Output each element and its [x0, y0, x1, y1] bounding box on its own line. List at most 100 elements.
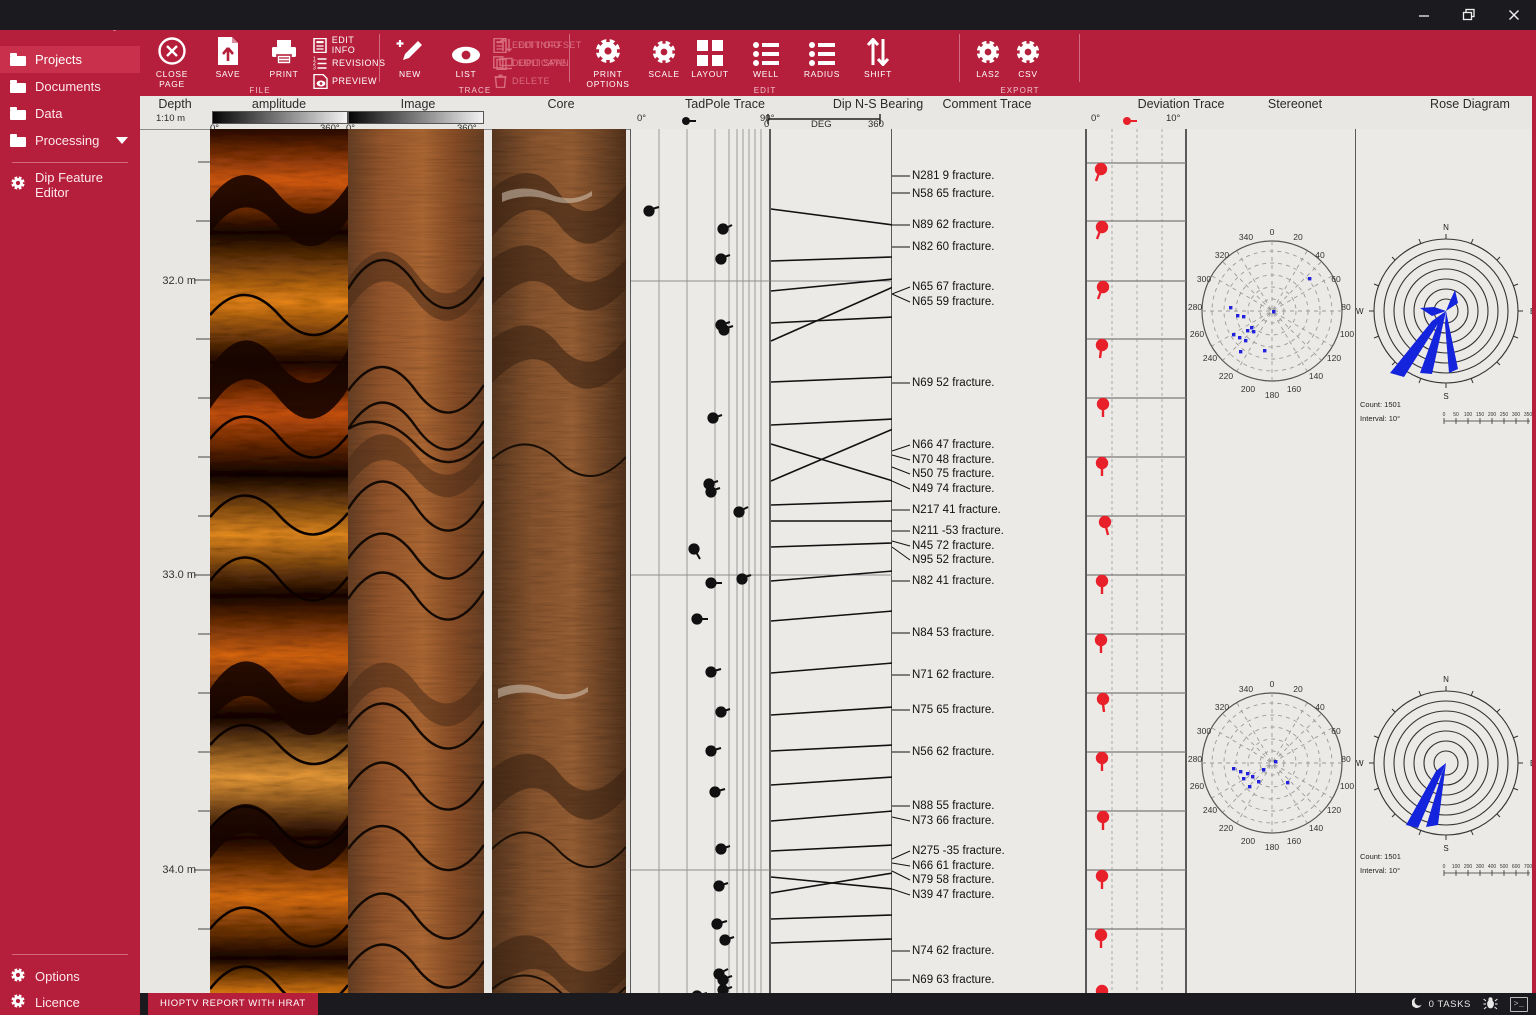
- comment-label[interactable]: N71 62 fracture.: [912, 669, 994, 681]
- radius-label: RADIUS: [794, 69, 850, 79]
- comment-label[interactable]: N66 61 fracture.: [912, 860, 994, 872]
- sidebar-item-processing[interactable]: Processing: [0, 127, 140, 154]
- core-angle-label: 0°: [637, 113, 646, 124]
- track-header-comment: Comment Trace: [892, 97, 1082, 111]
- depth-track[interactable]: 32.0 m 33.0 m 34.0 m: [140, 129, 210, 993]
- comment-label[interactable]: N39 47 fracture.: [912, 889, 994, 901]
- svg-text:500: 500: [1500, 864, 1509, 870]
- revisions-button[interactable]: 123 REVISIONS: [312, 54, 386, 72]
- print-button[interactable]: PRINT: [256, 32, 312, 79]
- comment-label[interactable]: N49 74 fracture.: [912, 483, 994, 495]
- comment-label[interactable]: N75 65 fracture.: [912, 704, 994, 716]
- svg-text:160: 160: [1287, 836, 1301, 846]
- well-button[interactable]: WELL: [738, 32, 794, 79]
- comment-label[interactable]: N211 -53 fracture.: [912, 525, 1004, 537]
- edit-span-button[interactable]: EDIT SPAN: [498, 54, 569, 72]
- sidebar-item-data[interactable]: Data: [0, 100, 140, 127]
- shift-button[interactable]: SHIFT: [850, 32, 906, 79]
- restore-window-icon[interactable]: [1446, 0, 1491, 30]
- new-trace-button[interactable]: NEW: [382, 32, 438, 79]
- svg-text:0: 0: [1443, 412, 1446, 418]
- sidebar-item-projects[interactable]: Projects: [0, 46, 140, 73]
- comment-label[interactable]: N70 48 fracture.: [912, 454, 994, 466]
- log-viewer[interactable]: Depth 1:10 m amplitude 0° 360° Image 0° …: [140, 96, 1536, 993]
- svg-text:300: 300: [1197, 726, 1211, 736]
- comment-label[interactable]: N95 52 fracture.: [912, 554, 994, 566]
- deviation-trace-track[interactable]: [1086, 129, 1186, 993]
- svg-text:0: 0: [1270, 679, 1275, 689]
- comment-label[interactable]: N84 53 fracture.: [912, 627, 994, 639]
- core-photo-track[interactable]: [492, 129, 626, 993]
- sidebar-item-documents[interactable]: Documents: [0, 73, 140, 100]
- new-label: NEW: [382, 69, 438, 79]
- comment-label[interactable]: N217 41 fracture.: [912, 504, 1001, 516]
- folder-icon: [10, 134, 26, 147]
- comment-label[interactable]: N56 62 fracture.: [912, 746, 994, 758]
- comment-label[interactable]: N88 55 fracture.: [912, 800, 994, 812]
- sidebar-footer-divider: [12, 954, 128, 955]
- optical-image-track[interactable]: [348, 129, 484, 993]
- comment-label[interactable]: N82 41 fracture.: [912, 575, 994, 587]
- window-controls: [1401, 0, 1536, 30]
- printer-icon: [256, 32, 312, 66]
- close-circle-icon: [144, 32, 200, 66]
- minimize-icon[interactable]: [1401, 0, 1446, 30]
- folder-icon: [10, 53, 26, 66]
- save-button[interactable]: SAVE: [200, 32, 256, 79]
- depth-label-major: 32.0 m: [162, 275, 196, 287]
- sidebar-item-options[interactable]: Options: [0, 963, 140, 989]
- group-separator: [1079, 34, 1080, 82]
- rose-diagram-track[interactable]: NS WE Count: 1501 Interval: 10°: [1356, 129, 1536, 993]
- sidebar-item-dip-feature-editor[interactable]: Dip Feature Editor: [0, 171, 140, 198]
- comment-trace-track[interactable]: N281 9 fracture. N58 65 fracture. N89 62 f…: [892, 129, 1086, 993]
- span-icon: [498, 55, 514, 71]
- chevron-down-icon[interactable]: [116, 137, 128, 144]
- sidebar-item-licence[interactable]: Licence: [0, 989, 140, 1015]
- comment-label[interactable]: N45 72 fracture.: [912, 540, 994, 552]
- comment-label[interactable]: N275 -35 fracture.: [912, 845, 1005, 857]
- comment-label[interactable]: N79 58 fracture.: [912, 874, 994, 886]
- rose-interval-label-bottom: Interval: 10°: [1360, 866, 1400, 875]
- radius-button[interactable]: RADIUS: [794, 32, 850, 79]
- comment-label[interactable]: N66 47 fracture.: [912, 439, 994, 451]
- comment-label[interactable]: N69 52 fracture.: [912, 377, 994, 389]
- stereonet-track[interactable]: 02040 6080100 120140160 180200220 240260…: [1186, 129, 1356, 993]
- comment-label[interactable]: N89 62 fracture.: [912, 219, 994, 231]
- amplitude-image-track[interactable]: [210, 129, 348, 993]
- dip-ns-bearing-track[interactable]: [770, 129, 892, 993]
- svg-text:200: 200: [1241, 836, 1255, 846]
- track-header-amplitude: amplitude: [210, 97, 348, 111]
- terminal-icon[interactable]: >_: [1510, 997, 1528, 1012]
- csv-export-button[interactable]: CSV: [1000, 32, 1056, 79]
- sidebar-footer: Options Licence: [0, 946, 140, 1015]
- tasks-indicator[interactable]: 0 TASKS: [1412, 996, 1471, 1012]
- comment-label[interactable]: N58 65 fracture.: [912, 188, 994, 200]
- comment-label[interactable]: N74 62 fracture.: [912, 945, 994, 957]
- sidebar-item-label: Processing: [35, 133, 99, 148]
- comment-label[interactable]: N82 60 fracture.: [912, 241, 994, 253]
- depth-label-major: 34.0 m: [162, 864, 196, 876]
- print-options-button[interactable]: PRINTOPTIONS: [580, 32, 636, 89]
- svg-text:20: 20: [1293, 684, 1303, 694]
- comment-label[interactable]: N73 66 fracture.: [912, 815, 994, 827]
- comment-label[interactable]: N281 9 fracture.: [912, 170, 994, 182]
- svg-text:300: 300: [1197, 274, 1211, 284]
- document-tab[interactable]: HIOPTV REPORT WITH HRAT: [148, 993, 318, 1015]
- sidebar-item-label: Data: [35, 106, 62, 121]
- layout-label: LAYOUT: [682, 69, 738, 79]
- svg-text:300: 300: [1476, 864, 1485, 870]
- comment-label[interactable]: N65 67 fracture.: [912, 281, 994, 293]
- list-trace-button[interactable]: LIST: [438, 32, 494, 79]
- close-page-button[interactable]: CLOSE PAGE: [144, 32, 200, 89]
- layout-button[interactable]: LAYOUT: [682, 32, 738, 79]
- svg-text:140: 140: [1309, 371, 1323, 381]
- close-icon[interactable]: [1491, 0, 1536, 30]
- comment-label[interactable]: N65 59 fracture.: [912, 296, 994, 308]
- gear-icon: [580, 32, 636, 66]
- comment-label[interactable]: N50 75 fracture.: [912, 468, 994, 480]
- tadpole-trace-track[interactable]: [630, 129, 770, 993]
- bug-icon[interactable]: [1483, 996, 1498, 1013]
- edit-info-button[interactable]: EDIT INFO: [312, 36, 380, 54]
- document-info-icon: [312, 37, 328, 53]
- comment-label[interactable]: N69 63 fracture.: [912, 974, 994, 986]
